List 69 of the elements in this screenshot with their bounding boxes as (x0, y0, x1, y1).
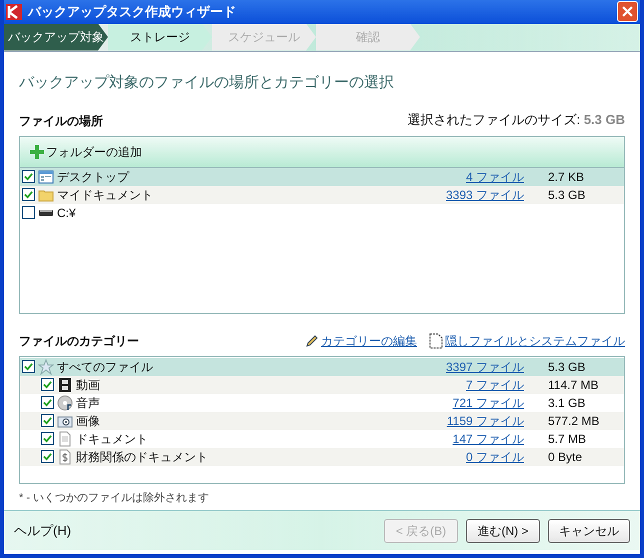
size-text: 3.1 GB (547, 394, 586, 412)
checkbox[interactable] (41, 414, 54, 427)
item-name: C:¥ (57, 204, 76, 222)
checkbox[interactable] (22, 206, 35, 219)
star-icon (38, 358, 54, 374)
files-link[interactable]: 3397 ファイル (446, 358, 524, 376)
dashed-page-icon (429, 332, 443, 348)
wizard-step[interactable]: ストレージ (108, 24, 212, 50)
wizard-button[interactable]: 進む(N) > (466, 518, 540, 542)
list-row[interactable]: 財務関係のドキュメント 0 ファイル 0 Byte (20, 448, 624, 466)
checkbox[interactable] (22, 170, 35, 183)
size-text: 5.3 GB (547, 358, 586, 376)
edit-categories-link[interactable]: カテゴリーの編集 (321, 332, 417, 350)
size-text: 5.7 MB (547, 430, 588, 448)
close-button[interactable] (617, 1, 638, 22)
window-title: バックアップタスク作成ウィザード (28, 3, 237, 21)
size-text: 5.3 GB (547, 186, 586, 204)
item-name: すべてのファイル (57, 358, 153, 376)
hidden-files-link[interactable]: 隠しファイルとシステムファイル (445, 332, 625, 350)
item-name: 音声 (76, 394, 100, 412)
list-row[interactable]: 画像 1159 ファイル 577.2 MB (20, 412, 624, 430)
list-row[interactable]: 動画 7 ファイル 114.7 MB (20, 376, 624, 394)
help-link[interactable]: ヘルプ(H) (14, 520, 384, 540)
size-text: 114.7 MB (547, 376, 600, 394)
close-icon (622, 6, 633, 18)
checkbox[interactable] (22, 360, 35, 373)
section-title: ファイルの場所 (19, 112, 103, 130)
desktop-icon (38, 168, 54, 184)
pencil-icon (305, 334, 319, 348)
item-name: 画像 (76, 412, 100, 430)
item-name: ドキュメント (76, 430, 148, 448)
checkbox[interactable] (22, 188, 35, 201)
list-row[interactable]: 音声 721 ファイル 3.1 GB (20, 394, 624, 412)
item-name: 動画 (76, 376, 100, 394)
files-link[interactable]: 1159 ファイル (446, 412, 524, 430)
files-link[interactable]: 4 ファイル (466, 168, 524, 186)
checkbox[interactable] (41, 450, 54, 463)
page-heading: バックアップ対象のファイルの場所とカテゴリーの選択 (19, 72, 395, 92)
section-title: ファイルのカテゴリー (19, 332, 139, 350)
footnote: * - いくつかのファイルは除外されます (19, 490, 210, 506)
size-text: 0 Byte (547, 448, 584, 466)
list-row[interactable]: C:¥ (20, 204, 624, 222)
disc-icon (57, 394, 73, 410)
app-logo-icon (6, 4, 22, 20)
item-name: 財務関係のドキュメント (76, 448, 208, 466)
files-link[interactable]: 7 ファイル (466, 376, 524, 394)
list-row[interactable]: デスクトップ 4 ファイル 2.7 KB (20, 168, 624, 186)
drive-icon (38, 210, 54, 216)
item-name: デスクトップ (57, 168, 129, 186)
plus-icon (30, 144, 44, 158)
document-icon (57, 430, 73, 446)
wizard-button[interactable]: キャンセル (548, 518, 630, 542)
checkbox[interactable] (41, 432, 54, 445)
checkbox[interactable] (41, 396, 54, 409)
size-text: 2.7 KB (547, 168, 586, 186)
size-text: 577.2 MB (547, 412, 600, 430)
dollar-document-icon (57, 448, 73, 464)
files-link[interactable]: 3393 ファイル (446, 186, 524, 204)
wizard-step[interactable]: バックアップ対象 (4, 24, 108, 50)
film-icon (57, 376, 73, 392)
checkbox[interactable] (41, 378, 54, 391)
files-link[interactable]: 721 ファイル (452, 394, 524, 412)
files-link[interactable]: 147 ファイル (452, 430, 524, 448)
item-name: マイドキュメント (57, 186, 153, 204)
list-row[interactable]: マイドキュメント 3393 ファイル 5.3 GB (20, 186, 624, 204)
add-folder-button[interactable]: フォルダーの追加 (30, 142, 142, 160)
files-link[interactable]: 0 ファイル (466, 448, 524, 466)
selected-size-label: 選択されたファイルのサイズ: 5.3 GB (408, 111, 625, 129)
list-row[interactable]: すべてのファイル 3397 ファイル 5.3 GB (20, 358, 624, 376)
